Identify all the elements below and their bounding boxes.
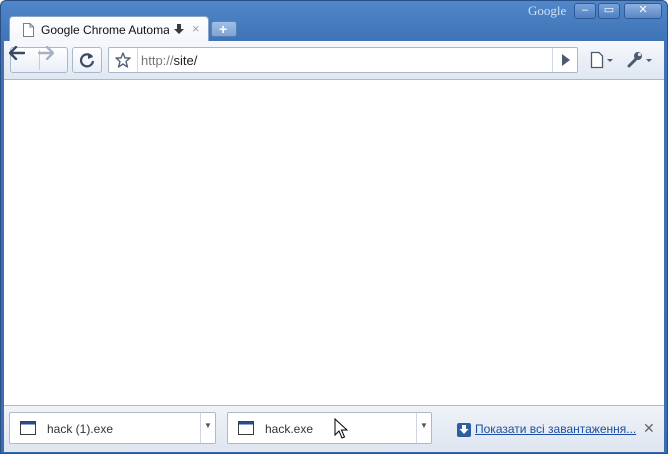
tab-active[interactable]: Google Chrome Automa... × xyxy=(9,16,209,42)
minimize-icon: ‒ xyxy=(581,4,589,16)
executable-file-icon xyxy=(238,421,254,435)
download-item-menu-button[interactable]: ▼ xyxy=(200,413,215,443)
download-item[interactable]: hack.exe ▼ xyxy=(227,412,432,444)
forward-button[interactable] xyxy=(38,46,68,72)
chevron-down-icon: ▼ xyxy=(420,421,428,430)
url-scheme: http:// xyxy=(141,53,174,68)
show-all-downloads-link[interactable]: Показати всі завантаження... xyxy=(475,422,636,436)
tab-close-icon[interactable]: × xyxy=(192,21,200,36)
minimize-button[interactable]: ‒ xyxy=(574,3,596,19)
plus-icon: + xyxy=(219,21,228,37)
go-button[interactable] xyxy=(552,48,577,72)
close-icon: ✕ xyxy=(638,4,648,16)
forward-arrow-icon xyxy=(38,46,54,60)
browser-window: Google ‒ ▭ ✕ Google Chrome Automa... × + xyxy=(0,0,668,454)
star-icon xyxy=(115,52,131,68)
download-arrow-icon xyxy=(174,24,184,34)
download-item-menu-button[interactable]: ▼ xyxy=(416,413,431,443)
maximize-button[interactable]: ▭ xyxy=(598,3,620,19)
reload-button[interactable] xyxy=(72,47,102,73)
wrench-icon xyxy=(627,52,652,68)
mouse-cursor-icon xyxy=(334,418,348,439)
downloads-icon xyxy=(457,423,471,437)
wrench-menu-button[interactable] xyxy=(623,49,657,71)
back-arrow-icon xyxy=(9,46,25,60)
reload-icon xyxy=(79,53,95,68)
play-icon xyxy=(562,54,570,66)
page-icon xyxy=(23,23,34,37)
chevron-down-icon: ▼ xyxy=(204,421,212,430)
url-host: site/ xyxy=(173,53,198,68)
address-bar[interactable]: http://site/ xyxy=(108,47,578,73)
download-filename: hack (1).exe xyxy=(47,422,114,436)
executable-file-icon xyxy=(20,421,36,435)
new-tab-button[interactable]: + xyxy=(211,21,237,37)
back-button[interactable] xyxy=(9,46,39,72)
download-filename: hack.exe xyxy=(265,422,314,436)
tab-title: Google Chrome Automa... xyxy=(41,23,169,37)
close-shelf-icon[interactable]: ✕ xyxy=(643,420,655,437)
toolbar: http://site/ xyxy=(4,41,664,80)
google-brand-label: Google xyxy=(528,3,567,18)
url-text[interactable]: http://site/ xyxy=(141,53,197,68)
bookmark-star-button[interactable] xyxy=(109,48,138,72)
page-content[interactable] xyxy=(4,80,664,405)
close-window-button[interactable]: ✕ xyxy=(624,3,662,19)
maximize-icon: ▭ xyxy=(603,4,615,16)
page-menu-icon xyxy=(590,51,613,69)
page-menu-button[interactable] xyxy=(587,49,619,71)
nav-button-group xyxy=(9,46,68,73)
download-item[interactable]: hack (1).exe ▼ xyxy=(9,412,216,444)
